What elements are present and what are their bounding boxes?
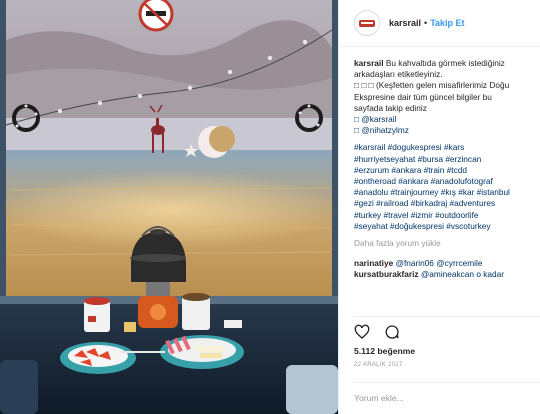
post-side-panel: karsrail • Takip Et karsrail Bu kahvaltı… — [338, 0, 540, 414]
hashtag-line[interactable]: #seyahat #doğukespresi #vscoturkey — [354, 221, 534, 232]
comment-username[interactable]: narinatiye — [354, 258, 393, 268]
post-photo[interactable] — [0, 0, 338, 414]
caption-line: arkadaşları etiketleyiniz. — [354, 69, 443, 80]
heart-icon[interactable] — [354, 324, 370, 340]
mention-karsrail[interactable]: □ @karsrail — [354, 114, 534, 125]
hashtags: #karsrail #dogukespresi #kars #hurriyets… — [354, 142, 534, 232]
comments-area: karsrail Bu kahvaltıda görmek istediğini… — [354, 58, 534, 281]
hashtag-line[interactable]: #turkey #travel #izmir #outdoorlife — [354, 210, 534, 221]
post-date[interactable]: 22 ARALIK 2017 — [354, 362, 403, 368]
caption-line: sayfada takip ediniz — [354, 102, 427, 113]
follow-button[interactable]: Takip Et — [430, 18, 464, 28]
header-username[interactable]: karsrail — [389, 18, 421, 28]
avatar[interactable] — [354, 10, 380, 36]
load-more-comments[interactable]: Daha fazla yorum yükle — [354, 238, 534, 249]
separator-dot: • — [424, 18, 428, 28]
likes-count[interactable]: 5.112 beğenme — [354, 346, 415, 356]
hashtag-line[interactable]: #anadolu #trainjourney #kış #kar #istanb… — [354, 187, 534, 198]
comment: narinatiye @fnarin06 @cyrrcemile — [354, 258, 534, 269]
comment-icon[interactable] — [384, 324, 400, 340]
caption-line: Ekspresine dair tüm güncel bilgiler bu — [354, 91, 492, 102]
hashtag-line[interactable]: #karsrail #dogukespresi #kars — [354, 142, 534, 153]
hashtag-line[interactable]: #ontheroad #ankara #anadolufotograf — [354, 176, 534, 187]
add-comment-input[interactable]: Yorum ekle... — [354, 382, 540, 414]
comment-username[interactable]: kursatburakfariz — [354, 269, 419, 279]
comment-text[interactable]: @fnarin06 @cyrrcemile — [396, 258, 483, 268]
train-breakfast-image — [0, 0, 338, 414]
comment-mention[interactable]: @amineakcan o kadar — [421, 269, 504, 279]
hashtag-line[interactable]: #erzurum #ankara #train #tcdd — [354, 165, 534, 176]
hashtag-line[interactable]: #gezi #railroad #birkadraj #adventures — [354, 198, 534, 209]
caption: karsrail Bu kahvaltıda görmek istediğini… — [354, 58, 534, 136]
caption-line: □ □ □ (Keşfetten gelen misafirlerimiz Do… — [354, 80, 510, 91]
post-actions — [354, 316, 540, 345]
hashtag-line[interactable]: #hurriyetseyahat #bursa #erzincan — [354, 154, 534, 165]
mention-nihatzylmz[interactable]: □ @nihatzylmz — [354, 125, 534, 136]
caption-line: Bu kahvaltıda görmek istediğiniz — [385, 58, 505, 68]
caption-username[interactable]: karsrail — [354, 58, 384, 68]
post-header: karsrail • Takip Et — [339, 0, 540, 47]
comment: kursatburakfariz @amineakcan o kadar — [354, 269, 534, 280]
